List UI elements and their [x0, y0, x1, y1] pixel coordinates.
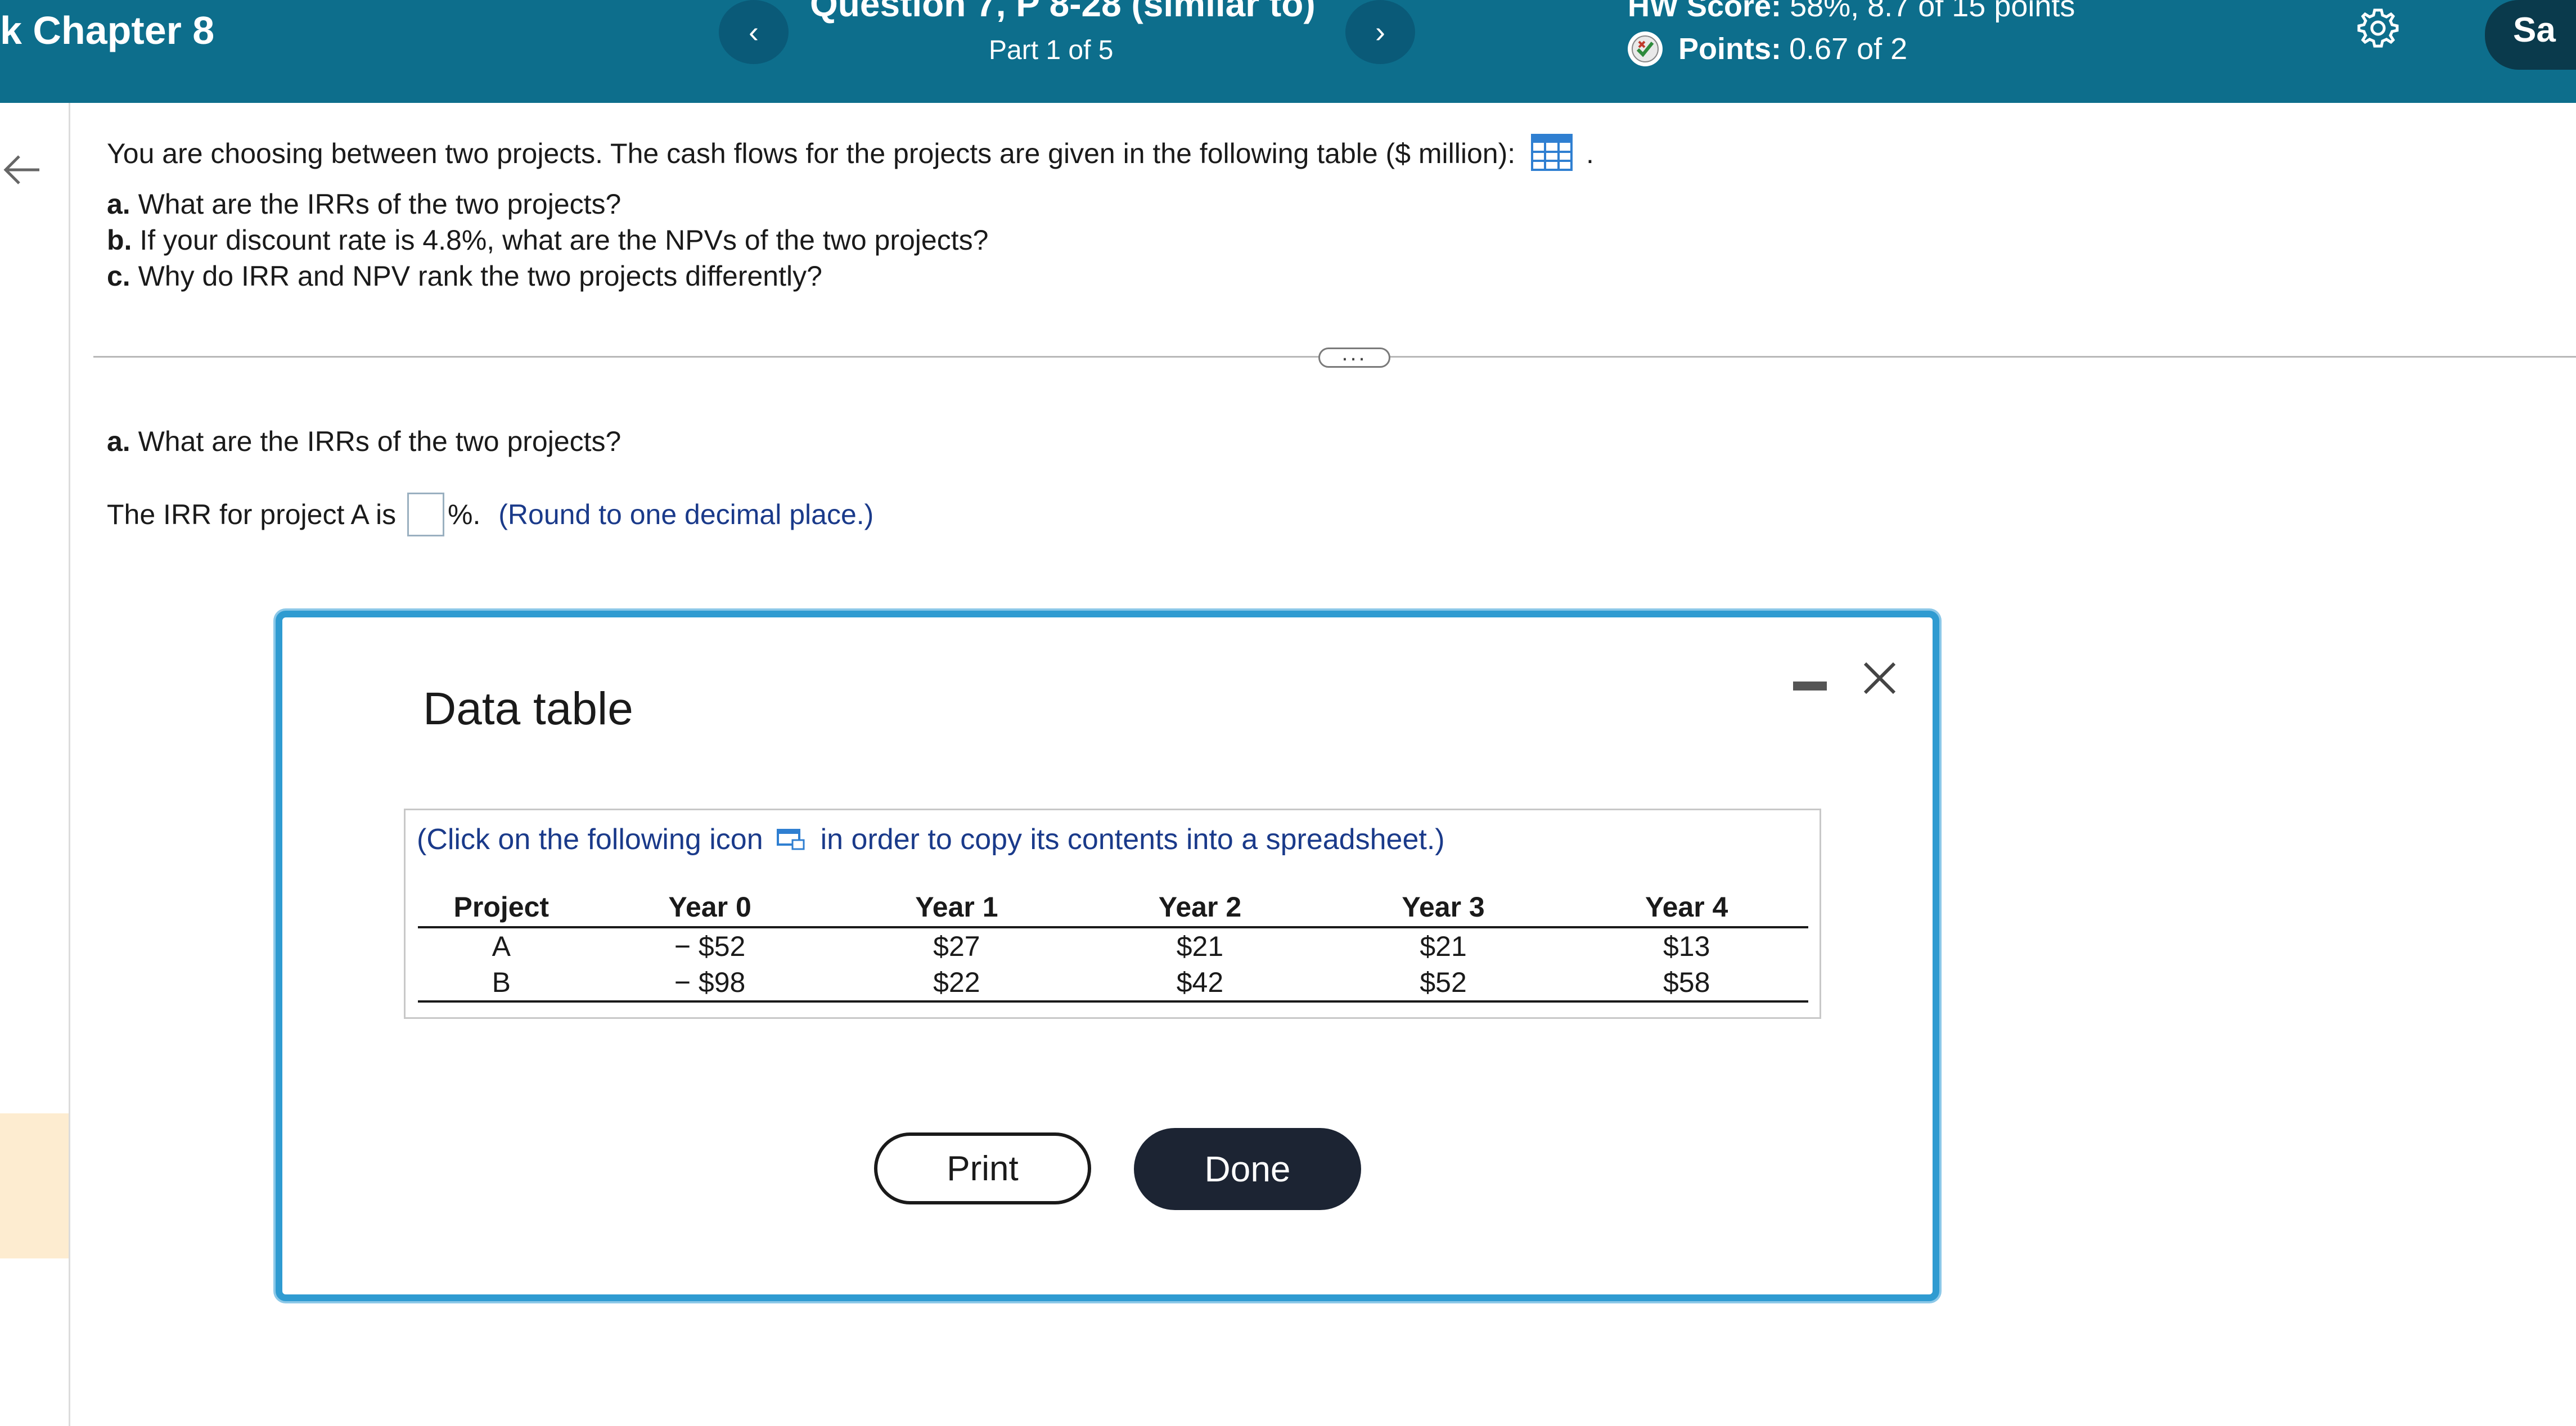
top-bar: k Chapter 8 ‹ Question 7, P 8-28 (simila…	[0, 0, 2576, 103]
answer-prefix: The IRR for project A is	[107, 499, 397, 531]
item-text: Why do IRR and NPV rank the two projects…	[138, 260, 822, 292]
points: Points: 0.67 of 2	[1628, 31, 1907, 66]
question-item-a: a. What are the IRRs of the two projects…	[107, 188, 621, 220]
question-intro-end: .	[1586, 138, 1594, 170]
close-icon[interactable]	[1859, 658, 1900, 698]
chapter-title[interactable]: k Chapter 8	[0, 8, 214, 53]
question-part: Part 1 of 5	[989, 35, 1114, 65]
column-header: Year 1	[835, 890, 1079, 928]
data-table-dialog: Data table (Click on the following icon …	[276, 611, 1939, 1301]
column-header: Year 4	[1565, 890, 1808, 928]
table-cell: A	[492, 931, 511, 962]
question-intro-text: You are choosing between two projects. T…	[107, 138, 1516, 170]
irr-a-answer-input[interactable]	[407, 493, 444, 536]
question-title: Question 7, P 8-28 (similar to)	[810, 0, 1316, 24]
item-letter: b.	[107, 224, 132, 256]
copy-instruction: (Click on the following icon in order to…	[417, 823, 1445, 856]
rounding-hint: (Round to one decimal place.)	[498, 499, 874, 531]
copy-to-spreadsheet-icon[interactable]	[776, 827, 807, 852]
rail-highlight	[0, 1113, 69, 1258]
left-rail-divider	[69, 103, 70, 1426]
print-button[interactable]: Print	[874, 1132, 1091, 1204]
part-a-answer-line: The IRR for project A is %. (Round to on…	[107, 493, 874, 539]
question-item-c: c. Why do IRR and NPV rank the two proje…	[107, 260, 822, 292]
dialog-title: Data table	[423, 683, 633, 734]
column-header: Year 3	[1321, 890, 1565, 928]
table-cell: − $52	[674, 931, 746, 962]
data-table-container: (Click on the following icon in order to…	[404, 809, 1821, 1019]
back-arrow-icon[interactable]	[0, 147, 45, 192]
table-cell: $52	[1321, 964, 1565, 1003]
question-item-b: b. If your discount rate is 4.8%, what a…	[107, 224, 988, 256]
chevron-left-icon: ‹	[749, 15, 759, 49]
table-cell: $21	[1176, 931, 1224, 962]
table-cell: $58	[1565, 964, 1808, 1003]
save-button[interactable]: Sa	[2485, 0, 2576, 70]
table-cell: B	[418, 964, 585, 1003]
column-header: Year 0	[584, 890, 835, 928]
minimize-icon[interactable]	[1793, 682, 1827, 691]
hw-score-value: 58%, 8.7 of 15 points	[1790, 0, 2075, 23]
item-letter: a.	[107, 188, 130, 220]
hw-score: HW Score: 58%, 8.7 of 15 points	[1628, 0, 2075, 24]
table-cell: $21	[1420, 931, 1467, 962]
answer-suffix: %.	[448, 499, 481, 531]
expand-more-button[interactable]: ...	[1318, 342, 1390, 368]
cash-flow-table: Project Year 0 Year 1 Year 2 Year 3 Year…	[418, 890, 1808, 1003]
table-cell: $27	[933, 931, 980, 962]
table-cell: $42	[1078, 964, 1322, 1003]
next-question-button[interactable]: ›	[1345, 0, 1415, 64]
points-label: Points:	[1678, 32, 1781, 66]
previous-question-button[interactable]: ‹	[719, 0, 789, 64]
done-button[interactable]: Done	[1134, 1128, 1361, 1210]
table-row: A − $52 $27 $21 $21 $13	[418, 927, 1808, 964]
copy-note-before: (Click on the following icon	[417, 823, 763, 856]
copy-note-after: in order to copy its contents into a spr…	[820, 823, 1445, 856]
gear-icon[interactable]	[2357, 7, 2399, 49]
table-header-row: Project Year 0 Year 1 Year 2 Year 3 Year…	[418, 890, 1808, 928]
item-text: What are the IRRs of the two projects?	[138, 188, 622, 220]
column-header: Project	[418, 890, 585, 928]
item-letter: c.	[107, 260, 130, 292]
partial-credit-icon	[1628, 31, 1663, 66]
hw-score-label: HW Score:	[1628, 0, 1782, 23]
data-table-icon[interactable]	[1531, 134, 1573, 171]
table-cell: $22	[835, 964, 1079, 1003]
table-cell: − $98	[584, 964, 835, 1003]
table-cell: $13	[1663, 931, 1710, 962]
part-a-letter: a.	[107, 426, 130, 457]
column-header: Year 2	[1078, 890, 1322, 928]
question-intro: You are choosing between two projects. T…	[107, 134, 1594, 174]
part-a-text: What are the IRRs of the two projects?	[138, 426, 622, 457]
table-row: B − $98 $22 $42 $52 $58	[418, 964, 1808, 1003]
part-a-question: a. What are the IRRs of the two projects…	[107, 425, 621, 458]
points-value: 0.67 of 2	[1789, 32, 1908, 66]
item-text: If your discount rate is 4.8%, what are …	[139, 224, 989, 256]
chevron-right-icon: ›	[1375, 15, 1385, 49]
